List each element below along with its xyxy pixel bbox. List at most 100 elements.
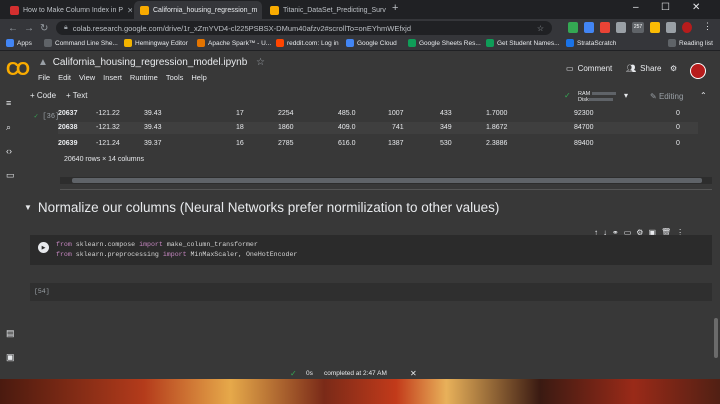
menu-file[interactable]: File [38,73,50,82]
bookmark-item[interactable]: Hemingway Editor [124,39,188,47]
toc-icon[interactable]: ≡ [6,98,11,108]
extension-icon[interactable] [568,22,578,33]
menu-view[interactable]: View [79,73,95,82]
runtime-dropdown-icon[interactable]: ▾ [624,91,628,100]
close-icon[interactable]: ✕ [123,6,132,15]
bookmark-item[interactable]: Google Sheets Res... [408,39,481,47]
share-button[interactable]: 👥︎ Share [626,64,662,73]
table-cell: 433 [440,110,452,117]
menu-tools[interactable]: Tools [166,73,184,82]
colab-logo[interactable]: CO [6,59,30,80]
share-people-icon: 👥︎ [626,64,637,73]
bookmark-favicon [408,39,416,47]
forward-icon[interactable]: → [24,23,34,34]
pencil-icon: ✎ [650,92,657,101]
puzzle-icon[interactable] [666,22,676,33]
add-text-button[interactable]: + Text [66,91,87,100]
vertical-scrollbar[interactable] [712,108,720,370]
bookmark-label: reddit.com: Log in [287,39,339,47]
bookmark-item[interactable]: StrataScratch [566,39,616,47]
collapse-header-icon[interactable]: ⌃ [700,91,707,100]
menu-edit[interactable]: Edit [58,73,71,82]
dataframe-shape: 20640 rows × 14 columns [64,156,144,163]
code-editor[interactable]: from sklearn.compose import make_column_… [56,240,297,260]
close-icon[interactable]: ✕ [257,6,262,15]
colab-icon [270,5,279,15]
search-icon[interactable]: ⌕ [6,122,11,133]
browser-tab[interactable]: Titanic_DataSet_Predicting_Surv ✕ [264,1,388,19]
star-icon[interactable]: ☆ [256,57,265,68]
reading-list[interactable]: Reading list [668,39,713,47]
menu-help[interactable]: Help [191,73,206,82]
resource-monitor[interactable]: RAM Disk [578,91,617,103]
close-icon[interactable]: ✕ [386,6,388,15]
bookmark-label: Apps [17,39,32,47]
reload-icon[interactable]: ↻ [40,23,48,34]
connected-check-icon: ✓ [564,91,571,100]
comment-button[interactable]: ▭ Comment [566,64,612,73]
bookmark-favicon [566,39,574,47]
desktop-wallpaper [0,379,720,404]
user-avatar[interactable] [690,63,706,79]
chevron-down-icon[interactable]: ▼ [24,203,32,212]
table-cell: 741 [392,124,404,131]
disk-label: Disk [578,97,589,103]
browser-tab[interactable]: How to Make Column Index in P ✕ [4,1,132,19]
minimize-icon[interactable]: – [633,2,639,13]
table-cell: 39.43 [144,110,162,117]
code-cell[interactable]: ▶ from sklearn.compose import make_colum… [30,235,712,265]
terminal-icon[interactable]: ▣ [6,352,15,363]
left-sidebar: ≡ ⌕ ‹› ▭ ▤ ▣ [0,86,22,404]
url-text: colab.research.google.com/drive/1r_xZmYV… [72,23,411,33]
bookmark-item[interactable]: reddit.com: Log in [276,39,339,47]
table-cell: 1007 [388,110,404,117]
more-menu-icon[interactable]: ⋮ [703,21,712,32]
extension-icon[interactable] [616,22,626,33]
menu-runtime[interactable]: Runtime [130,73,158,82]
run-cell-button[interactable]: ▶ [38,242,49,253]
command-palette-icon[interactable]: ▤ [6,328,15,339]
extension-icon[interactable] [650,22,660,33]
settings-gear-icon[interactable]: ⚙ [670,64,677,73]
reading-list-icon [668,39,676,47]
bookmark-item[interactable]: Command Line She... [44,39,118,47]
extension-icon[interactable] [584,22,594,33]
bookmark-apps[interactable]: Apps [6,39,32,47]
close-window-icon[interactable]: ✕ [692,2,700,13]
table-cell: 2785 [278,140,294,147]
extension-icon[interactable] [600,22,610,33]
table-cell: 1.8672 [486,124,508,131]
new-tab-button[interactable]: + [392,2,398,14]
maximize-icon[interactable]: ☐ [661,2,670,13]
code-import-names: make_column_transformer [162,241,258,248]
table-cell: 530 [440,140,452,147]
browser-tab-active[interactable]: California_housing_regression_m ✕ [134,1,262,19]
horizontal-scrollbar[interactable] [60,177,712,184]
profile-avatar[interactable] [682,22,692,33]
files-icon[interactable]: ▭ [6,170,15,181]
close-icon[interactable]: ✕ [410,369,417,378]
code-keyword: from [56,241,72,248]
back-icon[interactable]: ← [8,23,18,34]
status-bar: ✓ 0s completed at 2:47 AM ✕ [0,369,720,379]
bookmark-item[interactable]: Get Student Names... [486,39,560,47]
bookmark-item[interactable]: Google Cloud [346,39,397,47]
code-module: sklearn.preprocessing [71,251,163,258]
table-cell: 485.0 [338,110,356,117]
notebook-toolbar: + Code + Text ✓ RAM Disk ▾ ✎ Editing ⌃ [0,86,720,108]
section-heading[interactable]: ▼ Normalize our columns (Neural Networks… [24,200,499,215]
scrollbar-thumb[interactable] [714,318,718,358]
address-bar[interactable]: 🔒︎ colab.research.google.com/drive/1r_xZ… [56,21,552,35]
empty-code-cell[interactable]: [54] [30,283,712,301]
scrollbar-thumb[interactable] [72,178,702,183]
editing-mode[interactable]: ✎ Editing [650,92,683,101]
bookmark-item[interactable]: Apache Spark™ - U... [197,39,271,47]
menu-insert[interactable]: Insert [103,73,122,82]
table-cell: 84700 [574,124,594,131]
bookmark-star-icon[interactable]: ☆ [537,24,544,33]
code-snippets-icon[interactable]: ‹› [6,146,12,156]
extension-badge[interactable]: 257 [632,22,644,33]
bookmark-label: Reading list [679,39,713,47]
notebook-title[interactable]: ▲ California_housing_regression_model.ip… [38,57,265,68]
add-code-button[interactable]: + Code [30,91,56,100]
